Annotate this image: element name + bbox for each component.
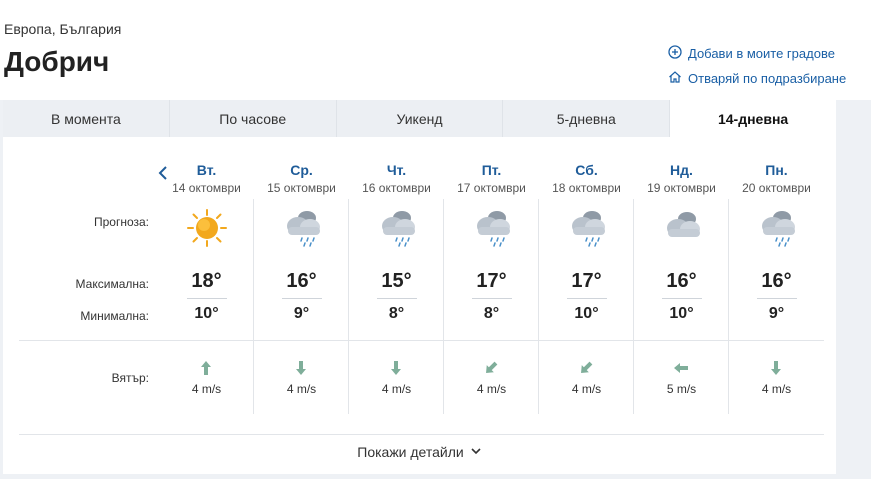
day-column[interactable]: Чт. 16 октомври 15° 8° 4 m/s bbox=[349, 157, 444, 414]
divider bbox=[662, 298, 702, 299]
header: Европа, България Добрич Добави в моите г… bbox=[0, 0, 871, 100]
max-temp: 18° bbox=[191, 270, 222, 292]
wind-speed: 4 m/s bbox=[476, 382, 507, 396]
days-row: Вт. 14 октомври 18° 10° 4 m/s Ср. 15 окт… bbox=[159, 157, 824, 414]
day-column[interactable]: Ср. 15 октомври 16° 9° 4 m/s bbox=[254, 157, 349, 414]
chevron-down-icon bbox=[470, 444, 482, 460]
cloud-rain-icon bbox=[280, 207, 324, 249]
divider bbox=[757, 298, 797, 299]
show-details-button[interactable]: Покажи детайли bbox=[3, 444, 836, 460]
tab-weekend[interactable]: Уикенд bbox=[336, 100, 504, 137]
max-temp: 16° bbox=[286, 270, 317, 292]
day-name[interactable]: Сб. bbox=[539, 162, 634, 178]
tab-5-day[interactable]: 5-дневна bbox=[503, 100, 671, 137]
wind-label: Вятър: bbox=[111, 371, 149, 385]
day-date: 19 октомври bbox=[647, 181, 716, 195]
min-temp: 9° bbox=[768, 305, 785, 322]
min-temp: 9° bbox=[293, 305, 310, 322]
day-column[interactable]: Сб. 18 октомври 17° 10° 4 m/s bbox=[539, 157, 634, 414]
wind-arrow-icon bbox=[578, 359, 594, 377]
max-temp: 16° bbox=[666, 270, 697, 292]
day-name[interactable]: Вт. bbox=[159, 162, 254, 178]
max-temp-label: Максимална: bbox=[75, 277, 149, 291]
divider bbox=[282, 298, 322, 299]
divider bbox=[472, 298, 512, 299]
wind-arrow-icon bbox=[673, 359, 689, 377]
max-temp: 16° bbox=[761, 270, 792, 292]
cloud-rain-icon bbox=[470, 207, 514, 249]
add-city-label: Добави в моите градове bbox=[688, 46, 835, 61]
forecast-label: Прогноза: bbox=[93, 215, 149, 229]
cloud-rain-icon bbox=[375, 207, 419, 249]
max-temp: 17° bbox=[476, 270, 507, 292]
wind-arrow-icon bbox=[768, 359, 784, 377]
day-column[interactable]: Вт. 14 октомври 18° 10° 4 m/s bbox=[159, 157, 254, 414]
wind-arrow-icon bbox=[388, 359, 404, 377]
wind-arrow-icon bbox=[483, 359, 499, 377]
min-temp: 8° bbox=[388, 305, 405, 322]
divider bbox=[377, 298, 417, 299]
wind-arrow-icon bbox=[293, 359, 309, 377]
wind-speed: 4 m/s bbox=[191, 382, 222, 396]
day-date: 14 октомври bbox=[172, 181, 241, 195]
add-city-link[interactable]: Добави в моите градове bbox=[668, 45, 835, 62]
cloud-rain-icon bbox=[755, 207, 799, 249]
open-default-link[interactable]: Отваряй по подразбиране bbox=[668, 70, 846, 87]
wind-speed: 4 m/s bbox=[286, 382, 317, 396]
tab-hourly[interactable]: По часове bbox=[169, 100, 337, 137]
page-title: Добрич bbox=[4, 46, 110, 77]
day-name[interactable]: Нд. bbox=[634, 162, 729, 178]
forecast-card: В момента По часове Уикенд 5-дневна 14-д… bbox=[3, 100, 836, 474]
cloud-icon bbox=[660, 207, 704, 249]
min-temp: 8° bbox=[483, 305, 500, 322]
plus-circle-icon bbox=[668, 45, 682, 62]
day-column[interactable]: Пн. 20 октомври 16° 9° 4 m/s bbox=[729, 157, 824, 414]
min-temp: 10° bbox=[574, 305, 599, 322]
day-date: 17 октомври bbox=[457, 181, 526, 195]
open-default-label: Отваряй по подразбиране bbox=[688, 71, 847, 86]
min-temp: 10° bbox=[669, 305, 694, 322]
wind-speed: 4 m/s bbox=[381, 382, 412, 396]
min-temp-label: Минимална: bbox=[80, 309, 149, 323]
day-date: 15 октомври bbox=[267, 181, 336, 195]
wind-speed: 4 m/s bbox=[761, 382, 792, 396]
tab-14-day[interactable]: 14-дневна bbox=[670, 100, 836, 137]
day-name[interactable]: Ср. bbox=[254, 162, 349, 178]
max-temp: 17° bbox=[571, 270, 602, 292]
sun-icon bbox=[185, 207, 229, 249]
show-details-label: Покажи детайли bbox=[357, 444, 464, 460]
day-name[interactable]: Чт. bbox=[349, 162, 444, 178]
home-icon bbox=[668, 70, 682, 87]
divider bbox=[19, 434, 824, 435]
max-temp: 15° bbox=[381, 270, 412, 292]
cloud-rain-icon bbox=[565, 207, 609, 249]
day-date: 16 октомври bbox=[362, 181, 431, 195]
divider bbox=[187, 298, 227, 299]
day-date: 18 октомври bbox=[552, 181, 621, 195]
day-column[interactable]: Пт. 17 октомври 17° 8° 4 m/s bbox=[444, 157, 539, 414]
wind-speed: 5 m/s bbox=[666, 382, 697, 396]
tab-now[interactable]: В момента bbox=[3, 100, 170, 137]
day-column[interactable]: Нд. 19 октомври 16° 10° 5 m/s bbox=[634, 157, 729, 414]
wind-arrow-icon bbox=[198, 359, 214, 377]
min-temp: 10° bbox=[194, 305, 219, 322]
tab-bar: В момента По часове Уикенд 5-дневна 14-д… bbox=[3, 100, 836, 137]
day-name[interactable]: Пт. bbox=[444, 162, 539, 178]
divider bbox=[567, 298, 607, 299]
day-date: 20 октомври bbox=[742, 181, 811, 195]
wind-speed: 4 m/s bbox=[571, 382, 602, 396]
breadcrumb[interactable]: Европа, България bbox=[4, 21, 121, 37]
day-name[interactable]: Пн. bbox=[729, 162, 824, 178]
